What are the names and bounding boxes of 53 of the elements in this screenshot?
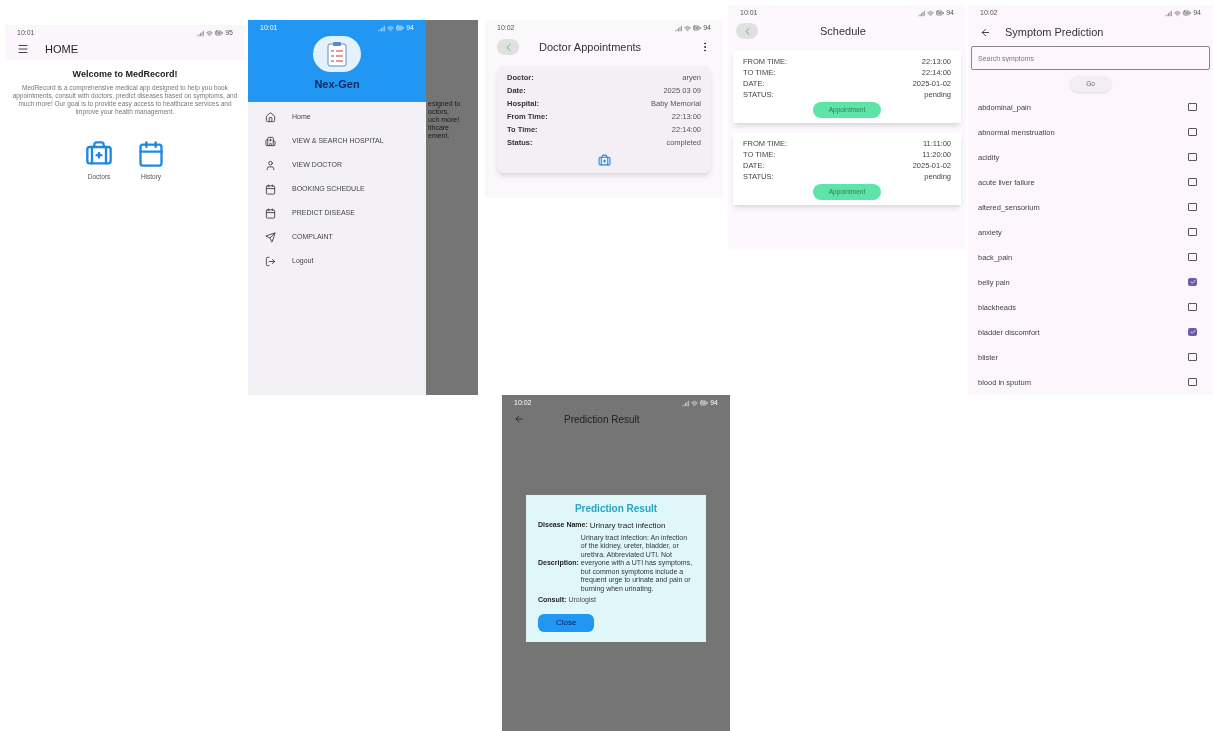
logout-icon: [265, 256, 276, 267]
page-title: Prediction Result: [564, 412, 640, 427]
symptom-checkbox[interactable]: [1188, 228, 1197, 237]
symptom-checkbox[interactable]: [1188, 103, 1197, 112]
wifi-icon: [1174, 9, 1182, 17]
wifi-icon: [691, 399, 699, 407]
page-title: Doctor Appointments: [539, 39, 643, 55]
signal-icon: [675, 24, 683, 32]
medical-kit-icon: [85, 139, 113, 168]
battery-icon: [396, 24, 405, 32]
wifi-icon: [927, 9, 935, 17]
hospital-icon: [265, 136, 276, 147]
disease-name: Urinary tract infection: [589, 520, 666, 530]
symptom-checkbox[interactable]: [1188, 328, 1197, 337]
close-button[interactable]: Close: [538, 613, 595, 632]
symptom-checkbox[interactable]: [1188, 378, 1197, 387]
signal-icon: [197, 29, 205, 37]
page-title: HOME: [45, 42, 78, 57]
symptom-checkbox[interactable]: [1188, 128, 1197, 137]
clipboard-logo-icon: [313, 36, 361, 72]
send-icon: [265, 232, 276, 243]
battery-icon: [700, 399, 709, 407]
symptom-checkbox[interactable]: [1188, 203, 1197, 212]
symptom-checkbox[interactable]: [1188, 303, 1197, 312]
wifi-icon: [206, 29, 214, 37]
battery-icon: [215, 29, 224, 37]
signal-icon: [918, 9, 926, 17]
symptom-checkbox[interactable]: [1188, 253, 1197, 262]
battery-icon: [693, 24, 702, 32]
symptom-checkbox[interactable]: [1188, 153, 1197, 162]
welcome-title: Welcome to MedRecord!: [72, 68, 178, 81]
medical-kit-icon[interactable]: [597, 154, 611, 167]
symptom-checkbox[interactable]: [1188, 178, 1197, 187]
signal-icon: [378, 24, 386, 32]
calendar-icon: [265, 208, 276, 219]
back-icon[interactable]: [980, 26, 991, 38]
calendar-icon: [137, 139, 165, 168]
home-icon: [265, 112, 276, 123]
drawer-title: Nex-Gen: [314, 77, 360, 92]
page-title: Symptom Prediction: [1005, 24, 1104, 40]
signal-icon: [682, 399, 690, 407]
symptom-checkbox[interactable]: [1188, 278, 1197, 287]
page-title: Schedule: [820, 23, 866, 39]
person-icon: [265, 160, 276, 171]
signal-icon: [1165, 9, 1173, 17]
dialog-title: Prediction Result: [573, 502, 659, 516]
wifi-icon: [387, 24, 395, 32]
battery-icon: [1183, 9, 1192, 17]
calendar-icon: [265, 184, 276, 195]
symptom-checkbox[interactable]: [1188, 353, 1197, 362]
menu-icon[interactable]: [17, 43, 29, 56]
battery-icon: [936, 9, 945, 17]
wifi-icon: [684, 24, 692, 32]
